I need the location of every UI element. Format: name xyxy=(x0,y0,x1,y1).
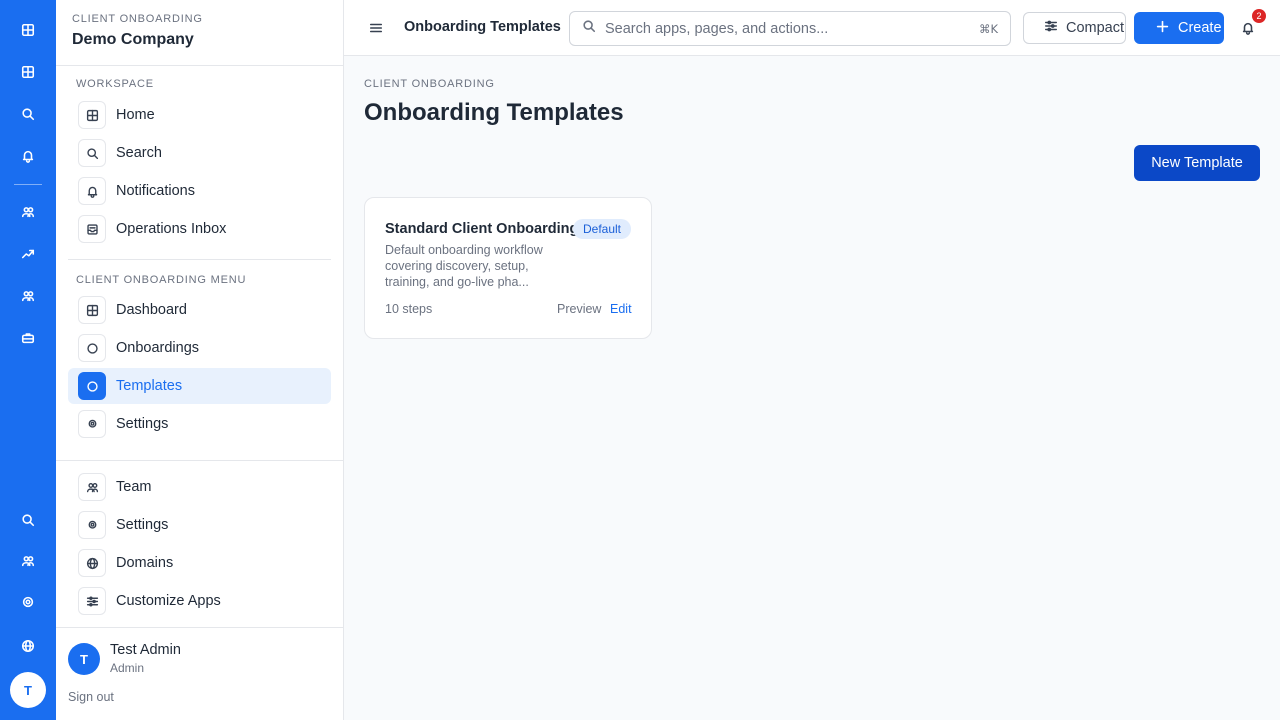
page-title: Onboarding Templates xyxy=(404,19,561,35)
sidebar-header: CLIENT ONBOARDING Demo Company xyxy=(56,0,343,66)
globe-icon[interactable] xyxy=(12,630,44,662)
user-block: T Test Admin Admin Sign out xyxy=(56,627,343,720)
trending-icon[interactable] xyxy=(12,238,44,270)
notification-badge: 2 xyxy=(1252,9,1266,23)
sidebar-item-label: Customize Apps xyxy=(116,593,221,609)
sidebar-item-label: Notifications xyxy=(116,183,195,199)
sidebar-item-team[interactable]: Team xyxy=(68,469,331,505)
search-icon[interactable] xyxy=(12,98,44,130)
main-kicker: CLIENT ONBOARDING xyxy=(364,78,495,90)
sidebar-divider xyxy=(68,259,331,260)
inbox-icon xyxy=(78,215,106,243)
plus-icon xyxy=(1156,20,1169,37)
sidebar-item-label: Domains xyxy=(116,555,174,571)
search-input[interactable] xyxy=(605,20,965,37)
compact-button[interactable]: Compact xyxy=(1023,12,1126,44)
bell-icon xyxy=(78,177,106,205)
template-description: Default onboarding workflow covering dis… xyxy=(385,243,543,289)
avatar[interactable]: T xyxy=(68,643,100,675)
search-icon xyxy=(78,139,106,167)
globe-icon xyxy=(78,549,106,577)
workspace-section-label: WORKSPACE xyxy=(76,78,154,90)
gear-icon[interactable] xyxy=(12,586,44,618)
sidebar-item-dashboard[interactable]: Dashboard xyxy=(68,292,331,328)
sidebar-item-customize-apps[interactable]: Customize Apps xyxy=(68,583,331,619)
sidebar-item-label: Onboardings xyxy=(116,340,200,356)
edit-link[interactable]: Edit xyxy=(610,302,632,316)
sidebar-item-label: Settings xyxy=(116,517,169,533)
search-icon[interactable] xyxy=(12,504,44,536)
grid-icon xyxy=(78,296,106,324)
sign-out-link[interactable]: Sign out xyxy=(68,690,114,704)
sidebar-item-label: Operations Inbox xyxy=(116,221,227,237)
grid-icon xyxy=(78,101,106,129)
dashboard-grid-icon[interactable] xyxy=(12,56,44,88)
create-button[interactable]: Create xyxy=(1134,12,1224,44)
topbar: Onboarding Templates ⌘K Compact Create 2 xyxy=(344,0,1280,56)
compact-label: Compact xyxy=(1066,20,1125,36)
shortcut-hint: ⌘K xyxy=(978,21,998,36)
menu-icon[interactable] xyxy=(366,18,386,38)
apps-grid-icon[interactable] xyxy=(12,14,44,46)
sidebar-item-operations-inbox[interactable]: Operations Inbox xyxy=(68,211,331,247)
sidebar-item-label: Home xyxy=(116,107,155,123)
sidebar-item-onboardings[interactable]: Onboardings xyxy=(68,330,331,366)
sidebar-item-label: Dashboard xyxy=(116,302,187,318)
sidebar-item-label: Templates xyxy=(116,378,183,394)
bell-icon[interactable] xyxy=(12,140,44,172)
new-template-button[interactable]: New Template xyxy=(1134,145,1260,181)
sliders-icon xyxy=(78,587,106,615)
search-icon xyxy=(582,19,596,38)
briefcase-icon[interactable] xyxy=(12,322,44,354)
circle-icon xyxy=(78,372,106,400)
menu-section-label: CLIENT ONBOARDING MENU xyxy=(76,274,247,286)
sidebar-divider xyxy=(56,460,343,461)
sidebar-item-domains[interactable]: Domains xyxy=(68,545,331,581)
sidebar-item-label: Team xyxy=(116,479,152,495)
sidebar-item-label: Settings xyxy=(116,416,169,432)
sliders-icon xyxy=(1044,19,1058,37)
users-icon[interactable] xyxy=(12,545,44,577)
user-role: Admin xyxy=(110,661,145,675)
preview-link[interactable]: Preview xyxy=(557,302,601,316)
default-badge: Default xyxy=(573,219,631,239)
app-rail: T xyxy=(0,0,56,720)
gear-icon xyxy=(78,410,106,438)
sidebar-item-settings[interactable]: Settings xyxy=(68,406,331,442)
sidebar-item-notifications[interactable]: Notifications xyxy=(68,173,331,209)
sidebar-item-search[interactable]: Search xyxy=(68,135,331,171)
company-name[interactable]: Demo Company xyxy=(72,31,327,49)
team-icon[interactable] xyxy=(12,280,44,312)
template-name: Standard Client Onboarding xyxy=(385,221,579,237)
sidebar-item-admin-settings[interactable]: Settings xyxy=(68,507,331,543)
users-icon[interactable] xyxy=(12,196,44,228)
template-steps: 10 steps xyxy=(385,302,433,316)
sidebar-item-templates[interactable]: Templates xyxy=(68,368,331,404)
sidebar-item-label: Search xyxy=(116,145,162,161)
template-card[interactable]: Standard Client Onboarding Default Defau… xyxy=(364,197,652,339)
sidebar-item-home[interactable]: Home xyxy=(68,97,331,133)
user-name: Test Admin xyxy=(110,642,181,658)
users-icon xyxy=(78,473,106,501)
search-box[interactable]: ⌘K xyxy=(569,11,1011,46)
main-title: Onboarding Templates xyxy=(364,99,624,126)
create-label: Create xyxy=(1178,20,1222,36)
gear-icon xyxy=(78,511,106,539)
rail-divider xyxy=(14,184,42,185)
circle-icon xyxy=(78,334,106,362)
avatar[interactable]: T xyxy=(10,672,46,708)
sidebar-kicker: CLIENT ONBOARDING xyxy=(72,13,203,25)
sidebar: CLIENT ONBOARDING Demo Company WORKSPACE… xyxy=(56,0,344,720)
